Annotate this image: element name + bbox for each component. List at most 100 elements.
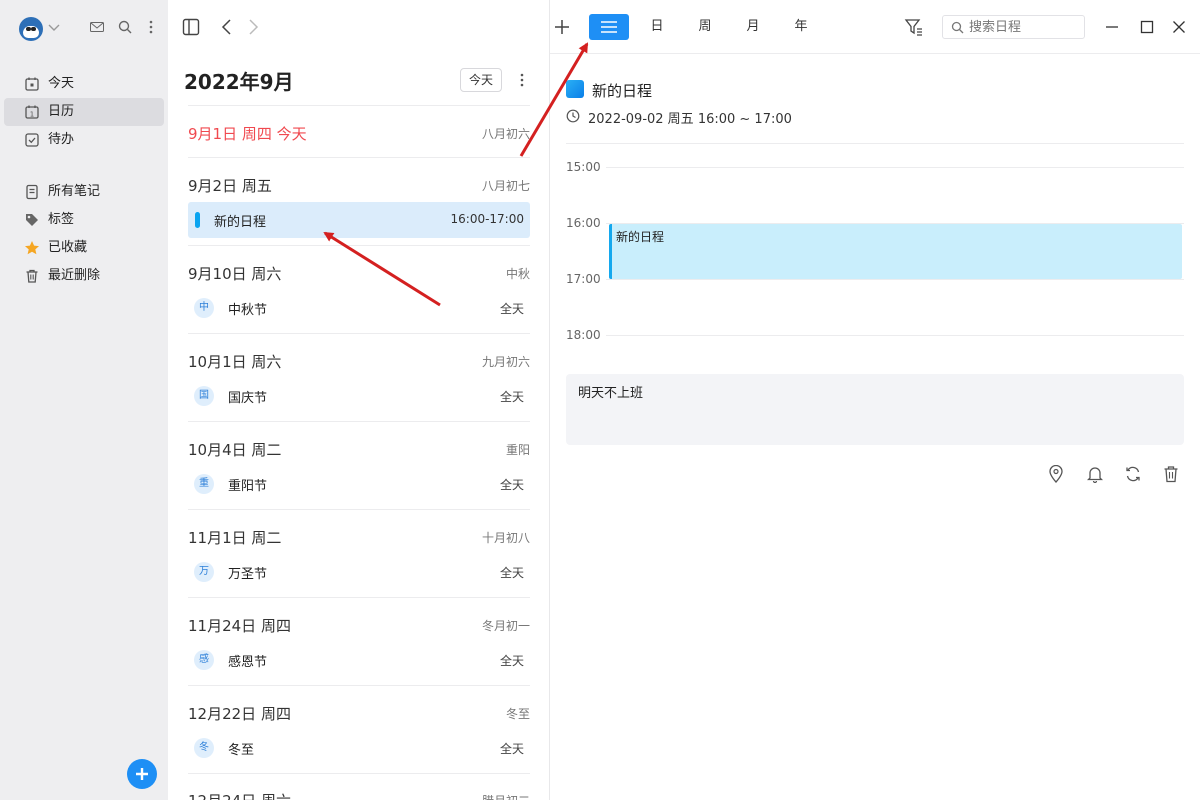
search-icon[interactable] <box>117 19 133 35</box>
location-icon[interactable] <box>1048 465 1064 483</box>
calendar-today-icon <box>25 77 39 91</box>
divider <box>188 105 530 106</box>
date-header: 9月2日 周五 八月初七 <box>188 175 530 195</box>
sidebar-item-label: 今天 <box>48 76 75 91</box>
timeline-event-block[interactable]: 新的日程 <box>609 224 1182 279</box>
hour-label: 15:00 <box>566 160 601 174</box>
divider <box>188 421 530 422</box>
mail-icon[interactable] <box>89 20 105 34</box>
holiday-item[interactable]: 万 万圣节 全天 <box>188 558 530 586</box>
date-label: 12月22日 周四 <box>188 705 291 723</box>
today-button[interactable]: 今天 <box>460 68 502 92</box>
holiday-item[interactable]: 中 中秋节 全天 <box>188 294 530 322</box>
lunar-date: 中秋 <box>505 267 530 281</box>
sidebar-item-label: 已收藏 <box>48 240 88 255</box>
lunar-date: 冬至 <box>505 707 530 721</box>
date-header: 9月1日 周四 今天 八月初六 <box>188 123 530 143</box>
event-detail-datetime[interactable]: 2022-09-02 周五 16:00 ~ 17:00 <box>588 108 792 127</box>
event-detail-title[interactable]: 新的日程 <box>592 80 652 101</box>
avatar[interactable] <box>19 17 43 41</box>
search-input[interactable] <box>969 18 1079 36</box>
sidebar-item-today[interactable]: 今天 <box>4 70 164 98</box>
holiday-item[interactable]: 重 重阳节 全天 <box>188 470 530 498</box>
sidebar-item-tags[interactable]: 标签 <box>4 206 164 234</box>
date-label: 9月1日 周四 今天 <box>188 125 307 143</box>
date-label: 11月1日 周二 <box>188 529 282 547</box>
add-button[interactable] <box>127 759 157 789</box>
tab-list-view[interactable] <box>589 14 629 40</box>
bell-icon[interactable] <box>1087 465 1103 483</box>
trash-icon <box>26 269 38 283</box>
holiday-name: 中秋节 <box>228 303 268 318</box>
date-header: 10月1日 周六 九月初六 <box>188 351 530 371</box>
more-vertical-icon[interactable] <box>518 72 526 88</box>
tab-month[interactable]: 月 <box>740 14 766 40</box>
holiday-badge: 感 <box>194 650 214 670</box>
divider <box>188 685 530 686</box>
holiday-badge: 中 <box>194 298 214 318</box>
holiday-name: 冬至 <box>228 743 255 758</box>
note-field[interactable]: 明天不上班 <box>566 374 1184 445</box>
event-color-swatch[interactable] <box>566 80 584 98</box>
close-icon[interactable] <box>1172 20 1186 34</box>
hour-line <box>606 335 1184 336</box>
calendar-icon: 1 <box>25 105 39 119</box>
hour-label: 16:00 <box>566 216 601 230</box>
all-day-label: 全天 <box>499 302 524 316</box>
all-day-label: 全天 <box>499 654 524 668</box>
sidebar-item-trash[interactable]: 最近删除 <box>4 262 164 290</box>
divider <box>566 143 1184 144</box>
sidebar-item-calendar[interactable]: 1 日历 <box>4 98 164 126</box>
lunar-date: 八月初七 <box>481 179 530 193</box>
forward-icon[interactable] <box>246 18 260 36</box>
holiday-name: 万圣节 <box>228 567 268 582</box>
event-color-bar <box>195 212 200 228</box>
date-label: 12月24日 周六 <box>188 790 291 800</box>
sidebar-item-label: 日历 <box>48 104 75 119</box>
add-schedule-icon[interactable] <box>554 19 570 35</box>
holiday-badge: 冬 <box>194 738 214 758</box>
trash-icon[interactable] <box>1163 465 1179 483</box>
sidebar-item-all-notes[interactable]: 所有笔记 <box>4 178 164 206</box>
holiday-item[interactable]: 国 国庆节 全天 <box>188 382 530 410</box>
lunar-date: 重阳 <box>505 443 530 457</box>
chevron-down-icon[interactable] <box>47 20 61 34</box>
sidebar-toggle-icon[interactable] <box>182 18 200 36</box>
tab-year[interactable]: 年 <box>788 14 814 40</box>
holiday-name: 感恩节 <box>228 655 268 670</box>
date-header: 12月22日 周四 冬至 <box>188 703 530 723</box>
filter-icon[interactable] <box>904 17 924 37</box>
divider <box>188 333 530 334</box>
lunar-date: 九月初六 <box>481 355 530 369</box>
sidebar-item-favorites[interactable]: 已收藏 <box>4 234 164 262</box>
date-label: 10月4日 周二 <box>188 441 282 459</box>
date-header: 11月1日 周二 十月初八 <box>188 527 530 547</box>
holiday-item[interactable]: 冬 冬至 全天 <box>188 734 530 762</box>
hour-line <box>606 167 1184 168</box>
date-header: 9月10日 周六 中秋 <box>188 263 530 283</box>
sidebar-item-label: 最近删除 <box>48 268 101 283</box>
lunar-date: 八月初六 <box>481 127 530 141</box>
date-label: 10月1日 周六 <box>188 353 282 371</box>
holiday-item[interactable]: 感 感恩节 全天 <box>188 646 530 674</box>
minimize-icon[interactable] <box>1105 20 1119 34</box>
month-title: 2022年9月 <box>184 70 294 94</box>
tab-week[interactable]: 周 <box>692 14 718 40</box>
more-vertical-icon[interactable] <box>147 19 155 35</box>
maximize-icon[interactable] <box>1140 20 1154 34</box>
holiday-badge: 国 <box>194 386 214 406</box>
back-icon[interactable] <box>220 18 234 36</box>
date-label: 11月24日 周四 <box>188 617 291 635</box>
sidebar-item-todo[interactable]: 待办 <box>4 126 164 154</box>
event-item[interactable]: 新的日程 16:00-17:00 <box>188 202 530 238</box>
all-day-label: 全天 <box>499 478 524 492</box>
event-title: 新的日程 <box>214 215 267 230</box>
divider <box>188 509 530 510</box>
tab-day[interactable]: 日 <box>644 14 670 40</box>
note-icon <box>26 184 38 200</box>
all-day-label: 全天 <box>499 742 524 756</box>
search-box[interactable] <box>942 15 1085 39</box>
list-icon <box>601 21 617 33</box>
date-header: 11月24日 周四 冬月初一 <box>188 615 530 635</box>
repeat-icon[interactable] <box>1124 465 1142 483</box>
